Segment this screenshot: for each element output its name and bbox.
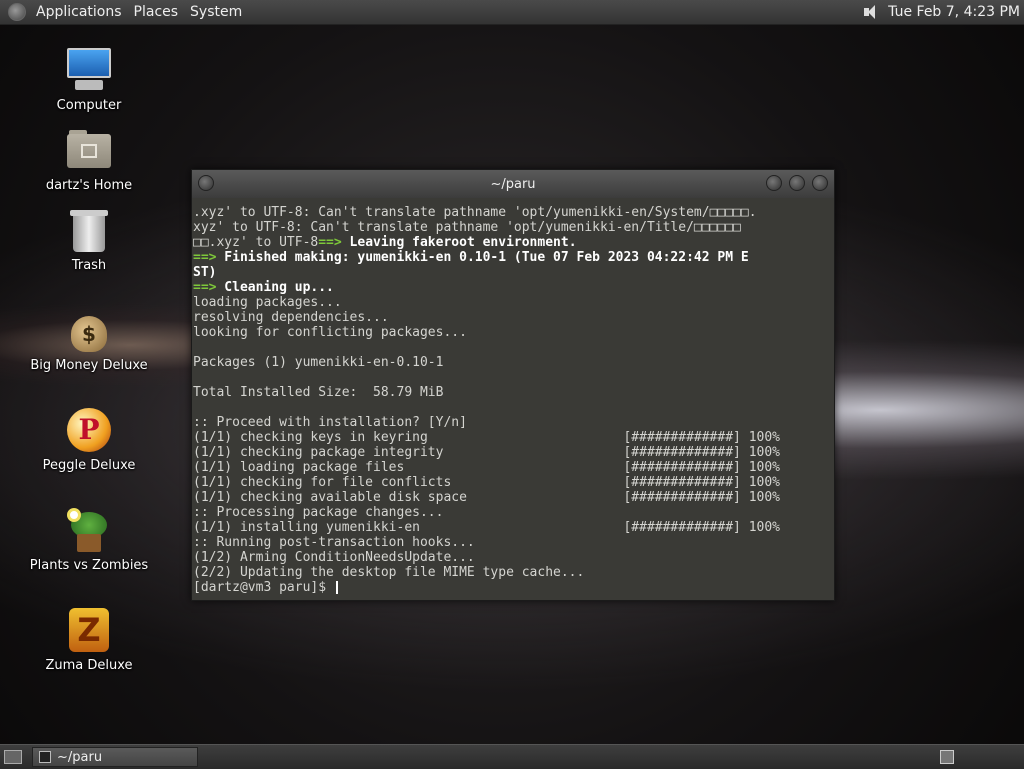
terminal-text: loading packages...	[193, 295, 342, 310]
terminal-line: loading packages...	[193, 295, 832, 310]
terminal-line: ST)	[193, 265, 832, 280]
desktop-icon-label: Zuma Deluxe	[45, 658, 133, 673]
terminal-line: :: Proceed with installation? [Y/n]	[193, 415, 832, 430]
terminal-text: (1/1) checking available disk space [###…	[193, 490, 780, 505]
terminal-line: (1/1) installing yumenikki-en [#########…	[193, 520, 832, 535]
terminal-text: ==>	[193, 280, 217, 295]
terminal-text: .xyz' to UTF-8: Can't translate pathname…	[193, 205, 710, 220]
terminal-line: (1/1) checking keys in keyring [########…	[193, 430, 832, 445]
desktop-icon-plants-vs-zombies[interactable]: Plants vs Zombies	[24, 506, 154, 573]
terminal-line: xyz' to UTF-8: Can't translate pathname …	[193, 220, 832, 235]
window-menu-button[interactable]	[198, 175, 214, 191]
terminal-text: looking for conflicting packages...	[193, 325, 467, 340]
desktop-icon-label: Plants vs Zombies	[29, 558, 149, 573]
plants-icon	[65, 506, 113, 554]
terminal-line: resolving dependencies...	[193, 310, 832, 325]
computer-icon	[65, 46, 113, 94]
terminal-text: Leaving fakeroot environment.	[341, 235, 577, 250]
desktop-icon-label: Computer	[56, 98, 122, 113]
terminal-line: (1/1) checking for file conflicts [#####…	[193, 475, 832, 490]
terminal-line: .xyz' to UTF-8: Can't translate pathname…	[193, 205, 832, 220]
show-desktop-icon[interactable]	[4, 750, 22, 764]
desktop-icon-trash[interactable]: Trash	[24, 206, 154, 273]
terminal-text: xyz' to UTF-8: Can't translate pathname …	[193, 220, 694, 235]
minimize-button[interactable]	[766, 175, 782, 191]
money-bag-icon: $	[65, 306, 113, 354]
terminal-line: (1/1) checking available disk space [###…	[193, 490, 832, 505]
terminal-text: Finished making: yumenikki-en 0.10-1 (Tu…	[216, 250, 749, 265]
terminal-line: □□.xyz' to UTF-8==> Leaving fakeroot env…	[193, 235, 832, 250]
maximize-button[interactable]	[789, 175, 805, 191]
terminal-line: ==> Finished making: yumenikki-en 0.10-1…	[193, 250, 832, 265]
desktop-icon-label: dartz's Home	[45, 178, 133, 193]
terminal-text: resolving dependencies...	[193, 310, 389, 325]
terminal-line: Packages (1) yumenikki-en-0.10-1	[193, 355, 832, 370]
terminal-line: (1/1) loading package files [###########…	[193, 460, 832, 475]
terminal-text: :: Processing package changes...	[193, 505, 444, 520]
desktop-icon-label: Big Money Deluxe	[30, 358, 148, 373]
desktop-icon-big-money[interactable]: $ Big Money Deluxe	[24, 306, 154, 373]
top-panel: Applications Places System Tue Feb 7, 4:…	[0, 0, 1024, 25]
terminal-line: Total Installed Size: 58.79 MiB	[193, 385, 832, 400]
window-title: ~/paru	[490, 176, 536, 192]
text-cursor	[335, 581, 338, 594]
terminal-line: ==> Cleaning up...	[193, 280, 832, 295]
taskbar-item-label: ~/paru	[57, 749, 103, 765]
terminal-text: (1/1) installing yumenikki-en [#########…	[193, 520, 780, 535]
taskbar-item-terminal[interactable]: ~/paru	[32, 747, 198, 767]
zuma-icon: Z	[65, 606, 113, 654]
workspace-switcher-icon[interactable]	[940, 750, 954, 764]
volume-icon[interactable]	[862, 4, 880, 20]
terminal-line: (1/1) checking package integrity [######…	[193, 445, 832, 460]
terminal-text: (1/1) checking for file conflicts [#####…	[193, 475, 780, 490]
terminal-text: :: Running post-transaction hooks...	[193, 535, 475, 550]
home-folder-icon	[65, 126, 113, 174]
close-button[interactable]	[812, 175, 828, 191]
trash-icon	[65, 206, 113, 254]
terminal-line: (1/2) Arming ConditionNeedsUpdate...	[193, 550, 832, 565]
terminal-text: Cleaning up...	[216, 280, 334, 295]
terminal-prompt: [dartz@vm3 paru]$	[193, 580, 334, 595]
window-titlebar[interactable]: ~/paru	[192, 170, 834, 198]
desktop-icon-computer[interactable]: Computer	[24, 46, 154, 113]
menu-logo-icon[interactable]	[8, 3, 26, 21]
terminal-icon	[39, 751, 51, 763]
bottom-panel: ~/paru	[0, 744, 1024, 769]
desktop-icon-label: Peggle Deluxe	[42, 458, 136, 473]
terminal-text: (1/1) checking keys in keyring [########…	[193, 430, 780, 445]
terminal-window: ~/paru .xyz' to UTF-8: Can't translate p…	[191, 169, 835, 601]
terminal-text: Packages (1) yumenikki-en-0.10-1	[193, 355, 444, 370]
menu-places[interactable]: Places	[128, 0, 185, 24]
terminal-line: :: Running post-transaction hooks...	[193, 535, 832, 550]
menu-system[interactable]: System	[184, 0, 248, 24]
terminal-text: □□□□□□	[693, 220, 741, 235]
terminal-text: (1/2) Arming ConditionNeedsUpdate...	[193, 550, 475, 565]
menu-applications[interactable]: Applications	[30, 0, 128, 24]
terminal-line: looking for conflicting packages...	[193, 325, 832, 340]
terminal-text: ==>	[318, 235, 342, 250]
desktop-icon-home[interactable]: dartz's Home	[24, 126, 154, 193]
desktop-icon-peggle[interactable]: P Peggle Deluxe	[24, 406, 154, 473]
terminal-text: (1/1) checking package integrity [######…	[193, 445, 780, 460]
terminal-text: ST)	[193, 265, 217, 280]
terminal-line: (2/2) Updating the desktop file MIME typ…	[193, 565, 832, 580]
clock[interactable]: Tue Feb 7, 4:23 PM	[888, 4, 1020, 20]
terminal-text: ==>	[193, 250, 217, 265]
terminal-output[interactable]: .xyz' to UTF-8: Can't translate pathname…	[193, 205, 832, 598]
terminal-text: :: Proceed with installation? [Y/n]	[193, 415, 467, 430]
desktop-icon-label: Trash	[71, 258, 107, 273]
terminal-text: □□.xyz' to UTF-8	[193, 235, 319, 250]
desktop-icon-zuma[interactable]: Z Zuma Deluxe	[24, 606, 154, 673]
terminal-text: □□□□□.	[709, 205, 757, 220]
peggle-icon: P	[65, 406, 113, 454]
terminal-line: :: Processing package changes...	[193, 505, 832, 520]
terminal-text: Total Installed Size: 58.79 MiB	[193, 385, 444, 400]
panel-tray: Tue Feb 7, 4:23 PM	[862, 4, 1024, 20]
terminal-text: (1/1) loading package files [###########…	[193, 460, 780, 475]
terminal-prompt-line[interactable]: [dartz@vm3 paru]$	[193, 580, 832, 595]
terminal-text: (2/2) Updating the desktop file MIME typ…	[193, 565, 585, 580]
